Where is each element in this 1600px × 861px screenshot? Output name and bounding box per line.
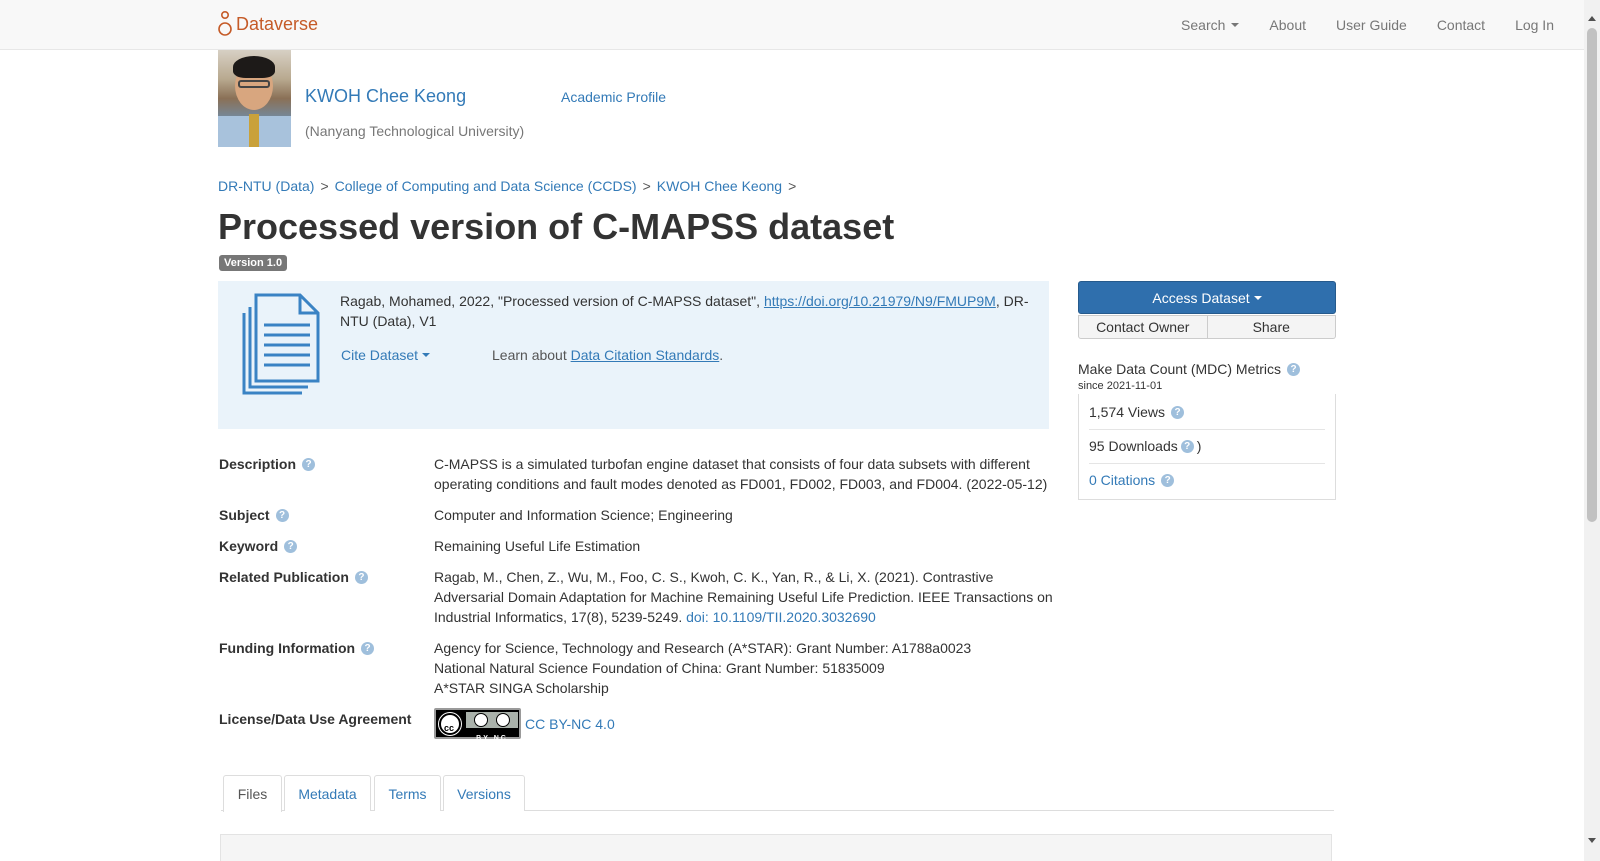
nav-login[interactable]: Log In [1515, 17, 1554, 33]
funding-label: Funding Information ? [219, 640, 375, 656]
citations-link[interactable]: 0 Citations [1089, 472, 1155, 488]
nav-links: Search About User Guide Contact Log In [1181, 0, 1584, 50]
help-icon[interactable]: ? [284, 539, 298, 553]
profile-name-link[interactable]: KWOH Chee Keong [305, 86, 466, 107]
contact-owner-button[interactable]: Contact Owner [1078, 315, 1208, 339]
mdc-since-date: since 2021-11-01 [1078, 380, 1163, 392]
top-navbar: Dataverse Search About User Guide Contac… [0, 0, 1584, 50]
help-icon[interactable]: ? [354, 570, 368, 584]
nav-user-guide[interactable]: User Guide [1336, 17, 1407, 33]
cc-by-nc-icon[interactable]: cc BY NC [434, 708, 521, 742]
metrics-box: 1,574 Views ? 95 Downloads ?) 0 Citation… [1078, 394, 1336, 500]
scroll-thumb[interactable] [1587, 28, 1597, 522]
nav-search-label: Search [1181, 17, 1226, 33]
brand-name: Dataverse [236, 13, 319, 34]
version-badge: Version 1.0 [219, 255, 288, 271]
breadcrumb-separator: > [642, 178, 651, 194]
keyword-label: Keyword ? [219, 538, 298, 554]
license-label: License/Data Use Agreement [219, 711, 412, 727]
breadcrumb-owner[interactable]: KWOH Chee Keong [657, 178, 782, 194]
citations-metric: 0 Citations ? [1089, 472, 1325, 488]
citation-box: Ragab, Mohamed, 2022, "Processed version… [218, 281, 1049, 429]
breadcrumb-ccds[interactable]: College of Computing and Data Science (C… [335, 178, 637, 194]
nav-search-dropdown[interactable]: Search [1181, 17, 1240, 33]
cite-dataset-dropdown[interactable]: Cite Dataset [341, 347, 431, 363]
cite-dataset-label: Cite Dataset [341, 347, 419, 363]
tab-metadata[interactable]: Metadata [284, 775, 371, 811]
help-icon[interactable]: ? [361, 641, 375, 655]
description-label: Description ? [219, 456, 316, 472]
breadcrumb-separator: > [788, 178, 797, 194]
license-value: cc BY NC CC BY-NC 4.0 [434, 708, 1064, 742]
academic-profile-link[interactable]: Academic Profile [561, 89, 666, 105]
tab-terms[interactable]: Terms [374, 775, 441, 811]
tab-files[interactable]: Files [223, 775, 282, 812]
help-icon[interactable]: ? [1287, 362, 1301, 376]
dataverse-logo-icon [218, 10, 232, 36]
tab-versions[interactable]: Versions [443, 775, 525, 811]
help-icon[interactable]: ? [275, 508, 289, 522]
citation-text: Ragab, Mohamed, 2022, "Processed version… [340, 293, 1029, 329]
page-title: Processed version of C-MAPSS dataset [218, 206, 895, 247]
help-icon[interactable]: ? [302, 457, 316, 471]
learn-about-text: Learn about Data Citation Standards. [492, 347, 724, 363]
help-icon[interactable]: ? [1171, 405, 1185, 419]
scroll-up-arrow-icon[interactable] [1588, 16, 1596, 21]
access-dataset-label: Access Dataset [1152, 289, 1250, 306]
downloads-metric: 95 Downloads ?) [1089, 438, 1202, 454]
brand-logo[interactable]: Dataverse [218, 9, 318, 39]
page-scrollbar[interactable] [1584, 0, 1600, 861]
files-panel [220, 834, 1332, 861]
funding-value: Agency for Science, Technology and Resea… [434, 640, 972, 696]
views-metric: 1,574 Views ? [1089, 404, 1325, 420]
breadcrumb-root[interactable]: DR-NTU (Data) [218, 178, 314, 194]
data-citation-standards-link[interactable]: Data Citation Standards [571, 347, 720, 363]
help-icon[interactable]: ? [1161, 473, 1175, 487]
subject-label: Subject ? [219, 507, 289, 523]
license-link[interactable]: CC BY-NC 4.0 [525, 714, 615, 734]
profile-photo [218, 50, 291, 147]
document-stack-icon [242, 293, 320, 395]
breadcrumb: DR-NTU (Data) > College of Computing and… [218, 178, 796, 194]
nav-about[interactable]: About [1269, 17, 1306, 33]
related-publication-doi-link[interactable]: doi: 10.1109/TII.2020.3032690 [686, 609, 876, 625]
nav-contact[interactable]: Contact [1437, 17, 1485, 33]
owner-share-buttons: Contact Owner Share [1078, 315, 1336, 339]
related-publication-value: Ragab, M., Chen, Z., Wu, M., Foo, C. S.,… [434, 569, 1053, 625]
caret-down-icon [1231, 23, 1240, 27]
share-button[interactable]: Share [1207, 315, 1336, 339]
keyword-value: Remaining Useful Life Estimation [434, 538, 641, 554]
citation-doi-link[interactable]: https://doi.org/10.21979/N9/FMUP9M [764, 293, 996, 309]
help-icon[interactable]: ? [1180, 439, 1194, 453]
caret-down-icon [422, 353, 431, 357]
dataset-tabs: Files Metadata Terms Versions [221, 775, 1334, 812]
profile-affiliation: (Nanyang Technological University) [305, 123, 525, 139]
access-dataset-button[interactable]: Access Dataset [1078, 281, 1336, 314]
subject-value: Computer and Information Science; Engine… [434, 507, 733, 523]
related-publication-label: Related Publication ? [219, 569, 368, 585]
scroll-down-arrow-icon[interactable] [1588, 838, 1596, 843]
caret-down-icon [1253, 295, 1262, 300]
description-value: C-MAPSS is a simulated turbofan engine d… [434, 456, 1048, 492]
breadcrumb-separator: > [320, 178, 329, 194]
mdc-metrics-title: Make Data Count (MDC) Metrics ? [1078, 361, 1301, 377]
